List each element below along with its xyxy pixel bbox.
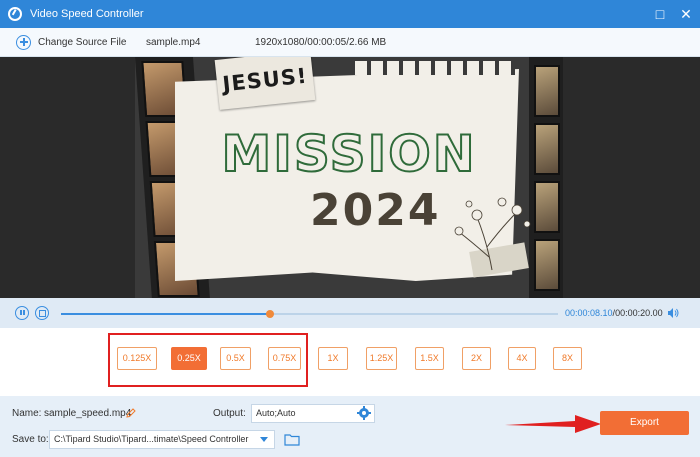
folder-icon[interactable] bbox=[284, 433, 300, 446]
app-window: Video Speed Controller □ ✕ Change Source… bbox=[0, 0, 700, 457]
edit-icon[interactable] bbox=[126, 408, 136, 418]
close-button[interactable]: ✕ bbox=[678, 6, 694, 22]
output-file-name: sample_speed.mp4 bbox=[44, 408, 132, 419]
film-strip-top bbox=[355, 61, 515, 75]
speed-button[interactable]: 0.75X bbox=[268, 347, 301, 370]
output-format-value: Auto;Auto bbox=[256, 408, 296, 418]
title-bar: Video Speed Controller □ ✕ bbox=[0, 0, 700, 28]
source-file-info: 1920x1080/00:00:05/2.66 MB bbox=[255, 36, 387, 48]
speedometer-icon bbox=[8, 7, 22, 21]
timecode: 00:00:08.10/00:00:20.00 bbox=[565, 308, 663, 318]
speed-button[interactable]: 0.5X bbox=[220, 347, 251, 370]
video-preview: JESUS! MISSION 2024 bbox=[0, 57, 700, 298]
poster-year: 2024 bbox=[310, 185, 441, 236]
output-panel: Name: sample_speed.mp4 Output: Auto;Auto… bbox=[0, 396, 700, 457]
volume-icon[interactable] bbox=[667, 307, 679, 319]
name-label: Name: bbox=[12, 408, 42, 419]
speed-selector: 0.125X 0.25X 0.5X 0.75X 1X 1.25X 1.5X 2X 4X 8X bbox=[0, 328, 700, 396]
total-time: 00:00:20.00 bbox=[615, 308, 663, 318]
change-source-button[interactable]: Change Source File bbox=[38, 37, 126, 48]
source-file-name: sample.mp4 bbox=[146, 36, 201, 48]
stop-icon[interactable] bbox=[35, 306, 49, 320]
window-title: Video Speed Controller bbox=[30, 8, 144, 20]
maximize-button[interactable]: □ bbox=[652, 6, 668, 22]
chevron-down-icon[interactable] bbox=[256, 431, 272, 448]
export-button[interactable]: Export bbox=[600, 411, 689, 435]
gear-icon[interactable] bbox=[357, 406, 371, 420]
speed-button[interactable]: 2X bbox=[462, 347, 491, 370]
current-time: 00:00:08.10 bbox=[565, 308, 613, 318]
speed-button[interactable]: 1.5X bbox=[415, 347, 444, 370]
save-to-label: Save to: bbox=[12, 434, 49, 445]
poster-heading: MISSION bbox=[220, 124, 477, 184]
progress-fill bbox=[61, 313, 270, 315]
progress-slider[interactable] bbox=[61, 310, 558, 318]
speed-button[interactable]: 1.25X bbox=[366, 347, 397, 370]
save-path-value: C:\Tipard Studio\Tipard...timate\Speed C… bbox=[54, 434, 249, 444]
playback-controls: 00:00:08.10/00:00:20.00 bbox=[0, 298, 700, 328]
progress-thumb[interactable] bbox=[265, 310, 274, 318]
speed-button[interactable]: 0.125X bbox=[117, 347, 157, 370]
flower-illustration bbox=[454, 197, 531, 271]
speed-button[interactable]: 4X bbox=[508, 347, 536, 370]
speed-button[interactable]: 8X bbox=[553, 347, 582, 370]
speed-button[interactable]: 1X bbox=[318, 347, 348, 370]
annotation-arrow bbox=[505, 415, 601, 433]
video-frame: JESUS! MISSION 2024 bbox=[135, 57, 563, 298]
add-icon[interactable] bbox=[16, 34, 31, 50]
pause-icon[interactable] bbox=[15, 306, 29, 320]
source-bar: Change Source File sample.mp4 1920x1080/… bbox=[0, 28, 700, 57]
speed-button[interactable]: 0.25X bbox=[171, 347, 207, 370]
output-label: Output: bbox=[213, 408, 246, 419]
poster-tag-text: JESUS! bbox=[221, 63, 309, 97]
save-path-field[interactable]: C:\Tipard Studio\Tipard...timate\Speed C… bbox=[49, 430, 275, 449]
